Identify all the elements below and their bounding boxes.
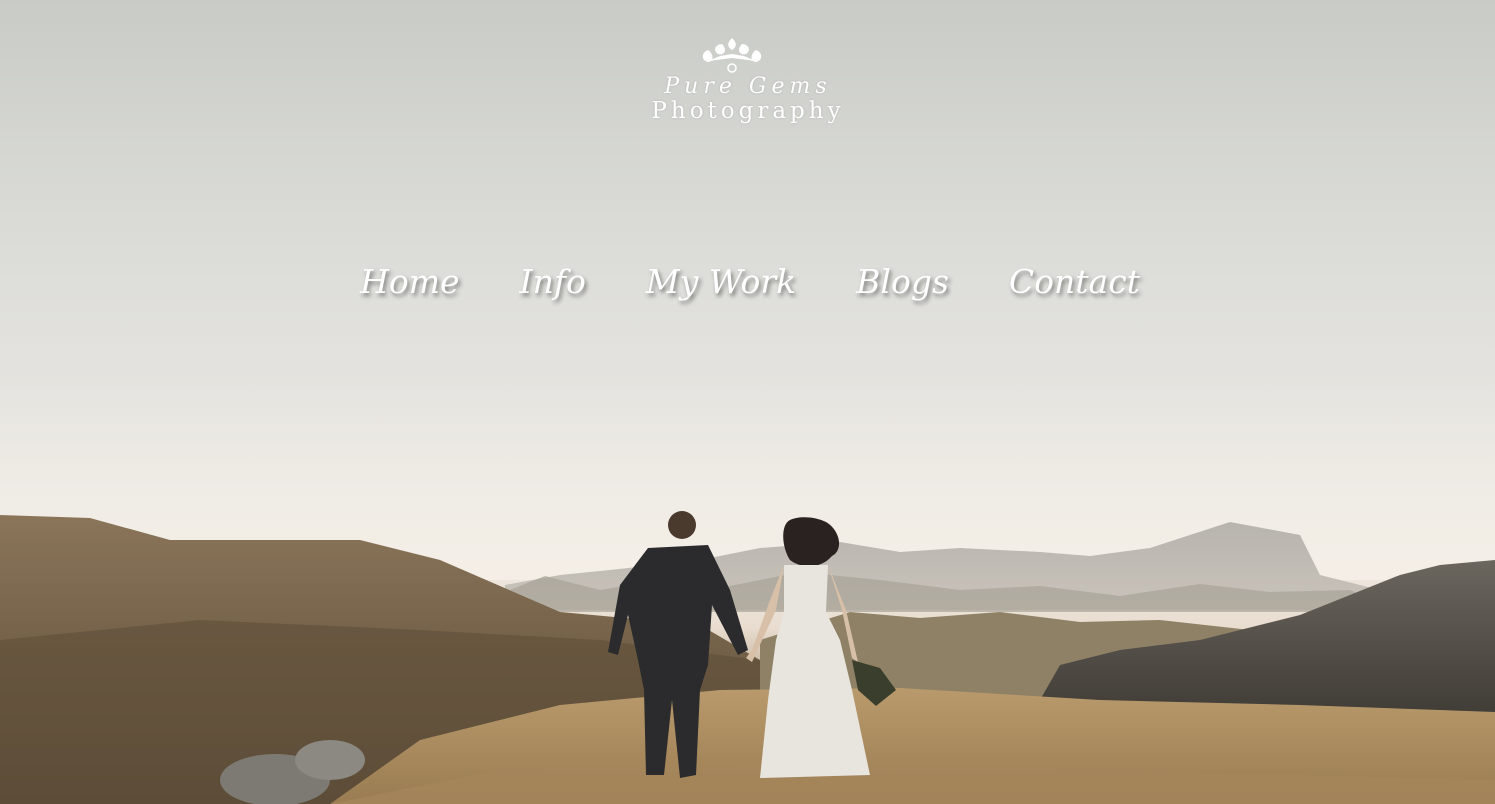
nav-item-blogs[interactable]: Blogs bbox=[856, 262, 949, 301]
main-navigation: Home Info My Work Blogs Contact bbox=[360, 256, 1140, 306]
nav-item-info[interactable]: Info bbox=[520, 262, 586, 301]
nav-item-home[interactable]: Home bbox=[360, 262, 459, 301]
logo-brand-name: Photography bbox=[651, 98, 845, 124]
brand-logo[interactable]: Pure Gems Photography bbox=[640, 34, 856, 134]
nav-item-contact[interactable]: Contact bbox=[1009, 262, 1140, 301]
nav-item-my-work[interactable]: My Work bbox=[646, 262, 796, 301]
hero-section: Pure Gems Photography Home Info My Work … bbox=[0, 0, 1495, 804]
floral-crest-icon bbox=[702, 38, 762, 73]
logo-tagline: Pure Gems bbox=[664, 74, 832, 99]
